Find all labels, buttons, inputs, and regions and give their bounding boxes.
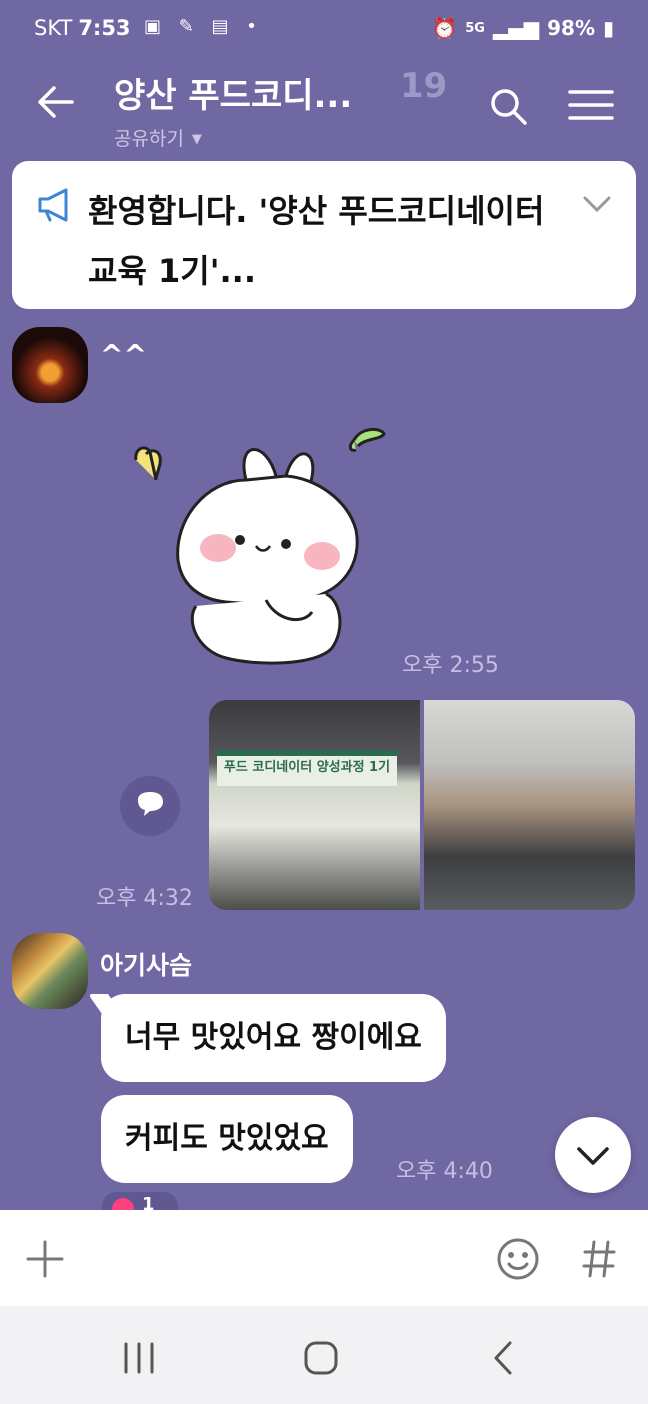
message-bubble[interactable]: 너무 맛있어요 짱이에요	[101, 994, 446, 1082]
message-time: 오후 2:55	[402, 653, 499, 678]
scroll-to-bottom-button[interactable]	[555, 1117, 631, 1193]
avatar[interactable]	[12, 327, 88, 403]
status-right: ⏰ 5G ▂▄▆ 98% ▮	[432, 16, 614, 40]
recent-apps-icon[interactable]	[122, 1342, 156, 1374]
emoji-icon[interactable]	[496, 1237, 540, 1281]
hashtag-icon[interactable]	[582, 1240, 616, 1278]
photo-banner: 푸드 코디네이터 양성과정 1기	[217, 750, 397, 786]
carrier-label: SKT	[34, 16, 73, 40]
message-time: 오후 4:40	[396, 1159, 493, 1184]
caret-down-icon: ▼	[191, 132, 202, 147]
share-dropdown[interactable]: 공유하기 ▼	[114, 124, 202, 151]
photo[interactable]: 푸드 코디네이터 양성과정 1기	[209, 700, 420, 910]
message-bubble[interactable]: 커피도 맛있었요	[101, 1095, 353, 1183]
network-label: 5G	[465, 20, 485, 36]
status-time: SKT 7:53	[34, 16, 131, 40]
notification-icons: ▣ ✎ ▤ •	[144, 16, 263, 37]
photo[interactable]	[424, 700, 635, 910]
member-count: 19	[400, 66, 448, 106]
battery-label: 98%	[547, 16, 595, 40]
alarm-icon: ⏰	[432, 16, 458, 40]
back-icon[interactable]	[490, 1340, 516, 1376]
home-icon[interactable]	[303, 1340, 339, 1376]
system-nav-bar	[0, 1306, 648, 1404]
plus-icon[interactable]	[26, 1240, 64, 1278]
photo-album[interactable]: 푸드 코디네이터 양성과정 1기	[209, 700, 635, 910]
message-time: 오후 4:32	[96, 886, 193, 911]
battery-icon: ▮	[602, 16, 614, 40]
chat-title[interactable]: 양산 푸드코디...	[114, 68, 352, 117]
notice-text: 환영합니다. '양산 푸드코디네이터 교육 1기'...	[88, 192, 545, 290]
input-bar	[0, 1210, 648, 1306]
share-button[interactable]	[120, 776, 180, 836]
chat-bubble-icon	[138, 792, 163, 816]
megaphone-icon	[38, 188, 68, 222]
signal-icon: ▂▄▆	[492, 16, 540, 40]
sender-name[interactable]: 아기사슴	[100, 946, 192, 982]
status-bar: SKT 7:53 ▣ ✎ ▤ • ⏰ 5G ▂▄▆ 98% ▮	[0, 0, 648, 48]
chevron-down-icon[interactable]	[582, 193, 612, 215]
avatar[interactable]	[12, 933, 88, 1009]
search-icon[interactable]	[488, 86, 528, 126]
menu-icon[interactable]	[568, 88, 614, 122]
bunny-sticker[interactable]	[126, 420, 396, 670]
message-text: ^^	[100, 338, 147, 371]
back-arrow-icon[interactable]	[36, 82, 76, 122]
notice-banner[interactable]: 환영합니다. '양산 푸드코디네이터 교육 1기'...	[12, 161, 636, 309]
chevron-down-icon	[577, 1147, 609, 1165]
